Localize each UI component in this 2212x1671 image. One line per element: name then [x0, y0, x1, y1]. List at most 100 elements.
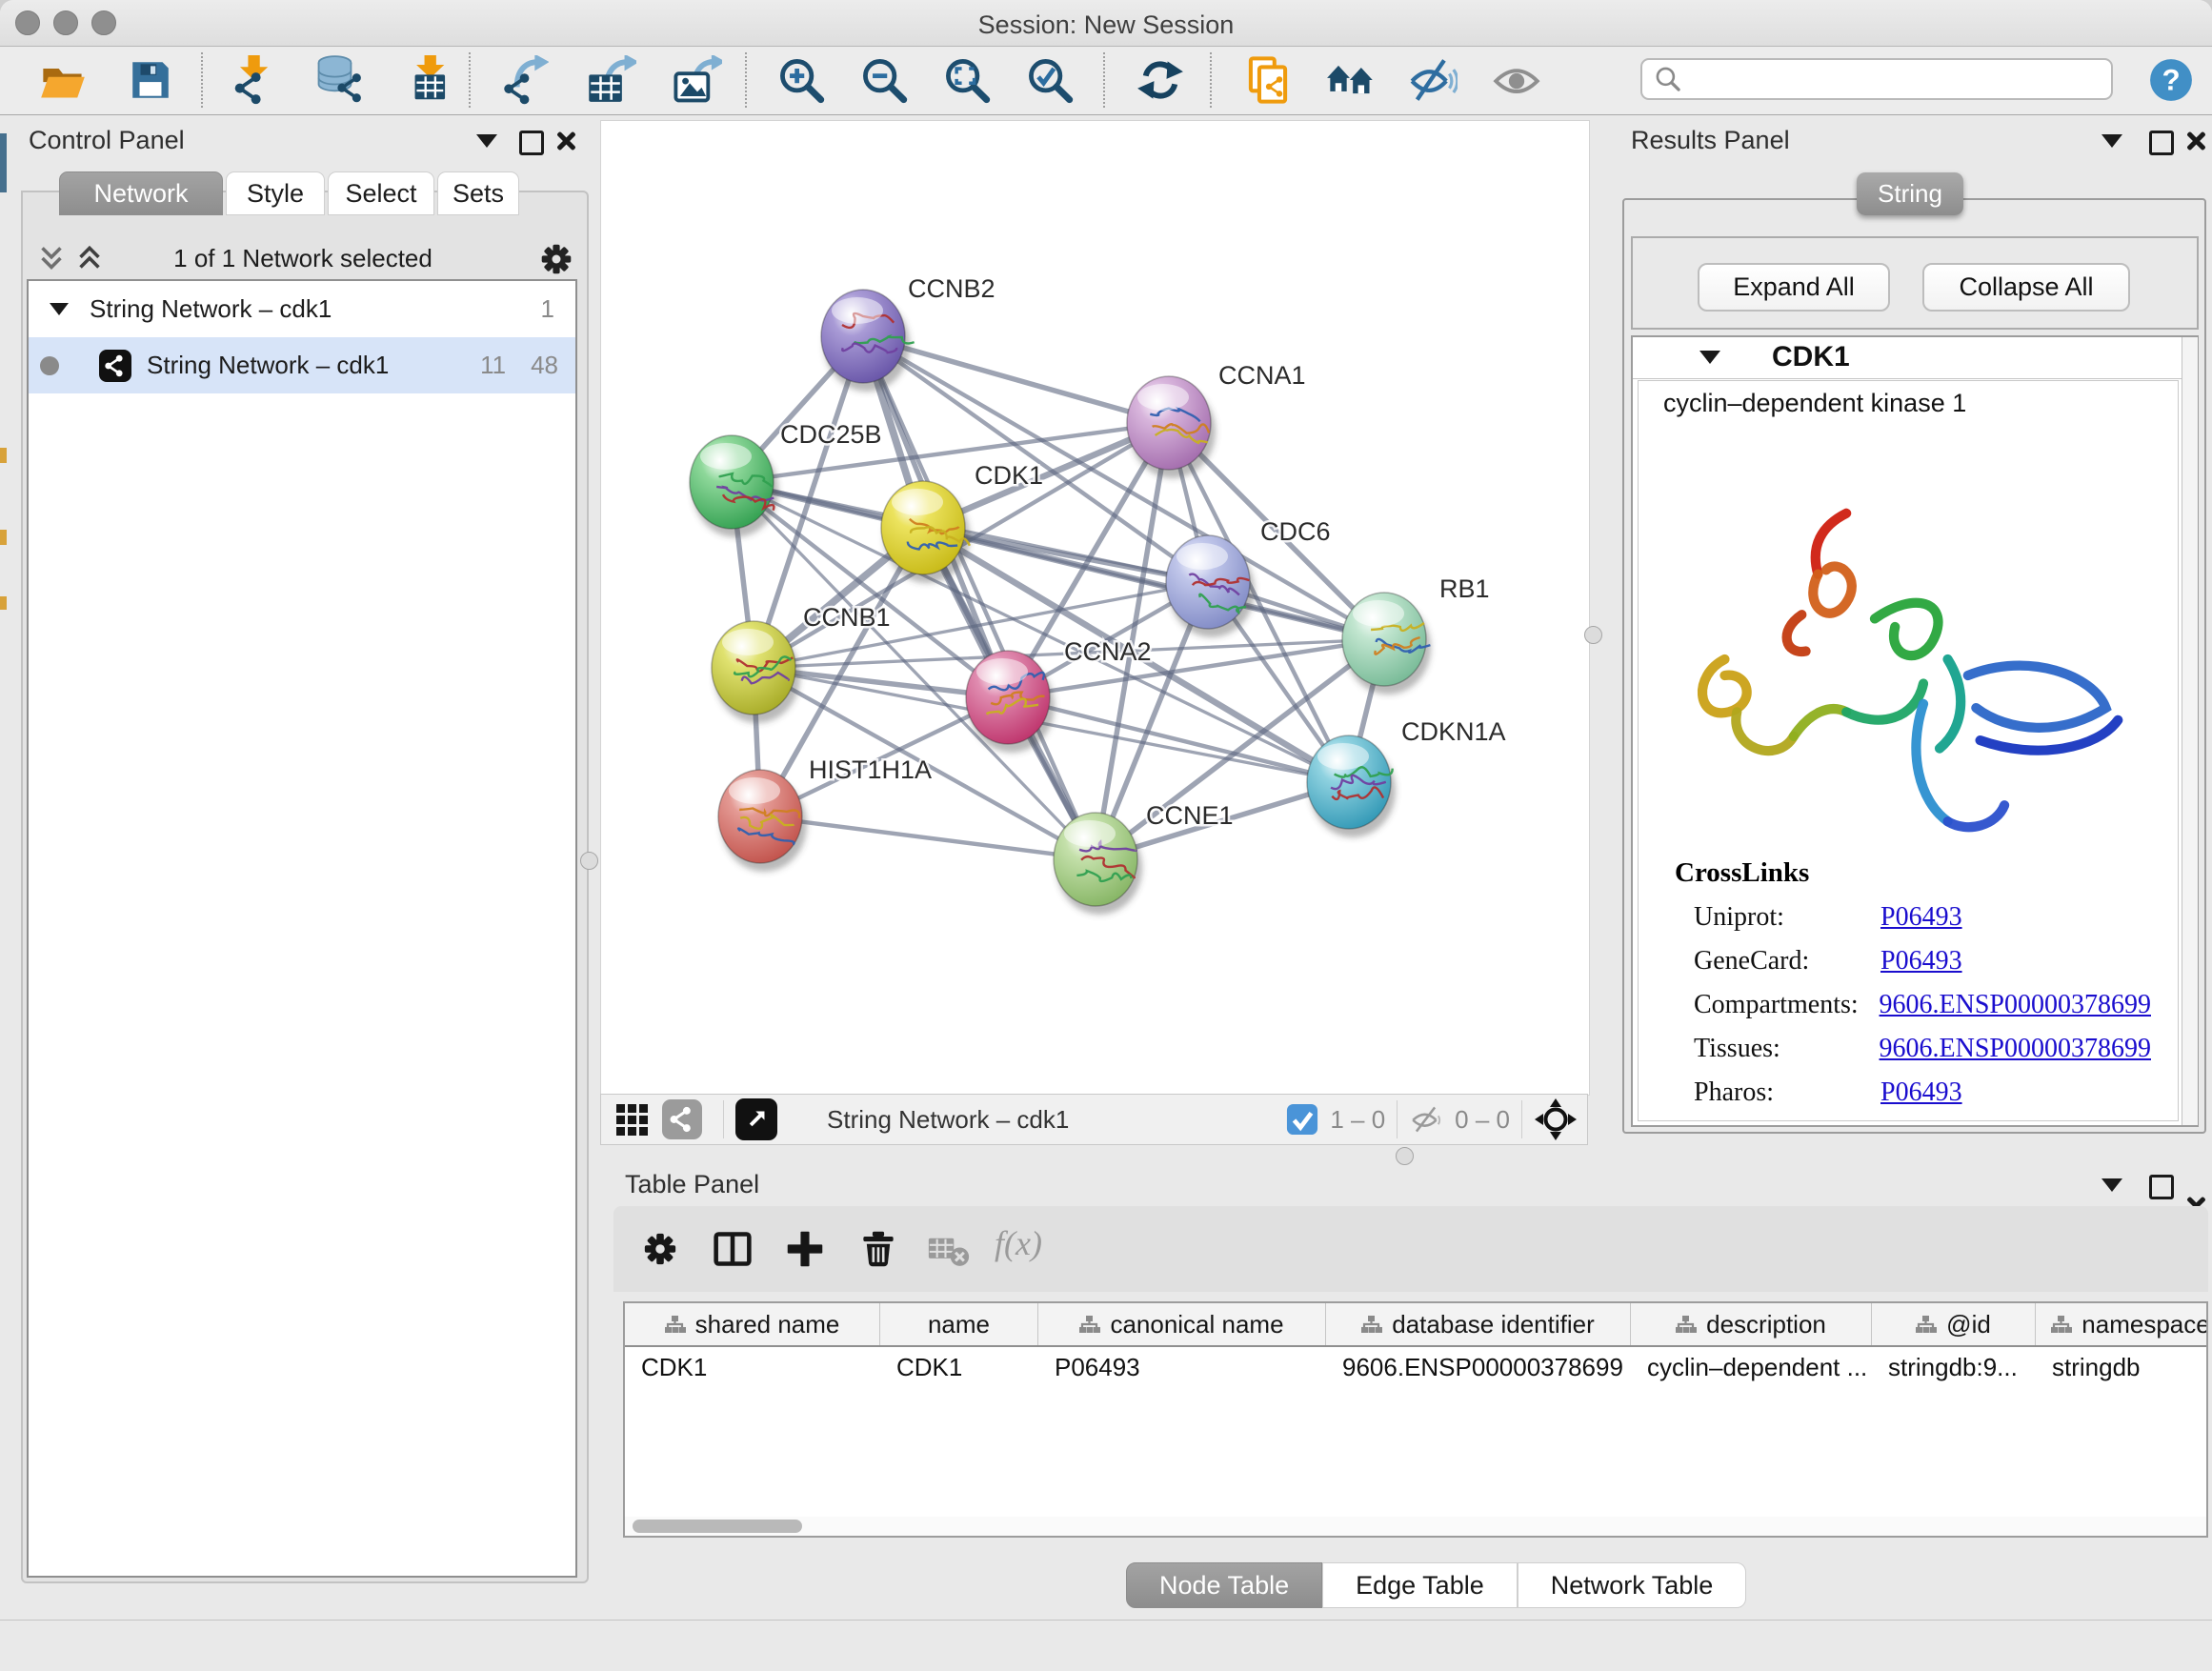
zoom-selected-button[interactable] [1025, 55, 1075, 105]
tab-sets[interactable]: Sets [437, 171, 519, 215]
tab-network[interactable]: Network [59, 171, 223, 215]
crosslink-link[interactable]: P06493 [1880, 902, 1962, 933]
network-canvas[interactable]: CCNB2CCNA1CDC25BCDK1CDC6RB1CCNB1CCNA2CDK… [600, 120, 1590, 1096]
horizontal-splitter-handle[interactable] [1396, 1147, 1414, 1165]
help-icon: ? [2148, 57, 2194, 103]
show-all-button[interactable] [1492, 55, 1541, 105]
first-neighbors-button[interactable] [1326, 55, 1376, 105]
table-toolbar: f(x) [613, 1206, 2208, 1292]
table-cell: P06493 [1038, 1347, 1326, 1387]
results-scrollbar[interactable] [2182, 337, 2198, 1125]
table-hscrollbar-thumb[interactable] [633, 1520, 802, 1533]
column-header-namespace[interactable]: namespace [2036, 1303, 2208, 1345]
search-input[interactable] [1682, 65, 2086, 93]
table-panel-menu-icon[interactable] [2101, 1178, 2122, 1192]
import-network-button[interactable] [227, 55, 276, 105]
control-panel-close-icon[interactable] [555, 131, 576, 151]
table-settings-gear-icon[interactable] [642, 1231, 678, 1267]
network-collection-row[interactable]: String Network – cdk1 1 [29, 281, 575, 337]
table-cell: stringdb:9... [1872, 1347, 2036, 1387]
crosslinks-title: CrossLinks [1675, 857, 1809, 889]
eye-slash-icon [1408, 56, 1458, 104]
network-node-CCNB2[interactable]: CCNB2 [821, 274, 995, 392]
main-toolbar: ? [0, 47, 2212, 115]
results-panel-close-icon[interactable] [2185, 131, 2206, 151]
export-table-button[interactable] [587, 55, 636, 105]
network-node-CDKN1A[interactable]: CDKN1A [1307, 717, 1506, 837]
pan-crosshair-icon[interactable] [1534, 1097, 1578, 1141]
zoom-fit-button[interactable] [942, 55, 992, 105]
hide-selection-button[interactable] [1408, 55, 1458, 105]
eye-icon [1493, 56, 1540, 104]
network-node-HIST1H1A[interactable]: HIST1H1A [718, 755, 932, 872]
tab-style[interactable]: Style [226, 171, 325, 215]
network-view-icon[interactable] [662, 1099, 702, 1139]
results-tab-string[interactable]: String [1857, 172, 1963, 215]
vertical-splitter-handle[interactable] [580, 852, 598, 870]
separator [1521, 1100, 1522, 1138]
node-label: CCNA2 [1064, 637, 1152, 666]
tree-collapse-icon[interactable] [50, 303, 69, 315]
control-panel: Control Panel NetworkStyleSelectSets 1 o… [8, 114, 600, 1589]
column-header--id[interactable]: @id [1872, 1303, 2036, 1345]
column-header-name[interactable]: name [880, 1303, 1038, 1345]
network-options-gear-icon[interactable] [539, 242, 573, 276]
network-node-CCNE1[interactable]: CCNE1 [1054, 801, 1234, 915]
network-view-toolbar: String Network – cdk1 1 – 0 0 – 0 [600, 1094, 1588, 1145]
network-node-RB1[interactable]: RB1 [1342, 574, 1490, 695]
export-network-button[interactable] [499, 55, 549, 105]
column-header-shared-name[interactable]: shared name [625, 1303, 880, 1345]
refresh-view-button[interactable] [1136, 55, 1185, 105]
results-panel-menu-icon[interactable] [2101, 134, 2122, 148]
network-row-selected[interactable]: String Network – cdk1 11 48 [29, 337, 575, 393]
collapse-all-button[interactable]: Collapse All [1922, 263, 2130, 312]
new-network-from-selection-button[interactable] [1243, 55, 1293, 105]
expand-all-button[interactable]: Expand All [1698, 263, 1890, 312]
table-row[interactable]: CDK1CDK1P064939606.ENSP00000378699cyclin… [625, 1347, 2206, 1387]
table-panel-tabs: Node TableEdge TableNetwork Table [1126, 1562, 1746, 1608]
save-session-button[interactable] [126, 55, 175, 105]
crosslink-link[interactable]: P06493 [1880, 1077, 1962, 1108]
crosslink-link[interactable]: 9606.ENSP00000378699 [1880, 990, 2151, 1020]
control-panel-float-icon[interactable] [519, 131, 544, 155]
import-table-button[interactable] [402, 55, 452, 105]
gene-section-collapse-icon[interactable] [1699, 351, 1720, 364]
zoom-out-button[interactable] [859, 55, 909, 105]
export-image-button[interactable] [673, 55, 722, 105]
tab-edge-table[interactable]: Edge Table [1322, 1562, 1518, 1608]
zoom-in-button[interactable] [776, 55, 826, 105]
grid-view-icon[interactable] [614, 1100, 653, 1138]
results-panel-float-icon[interactable] [2149, 131, 2174, 155]
help-button[interactable]: ? [2146, 55, 2196, 105]
export-table-icon [587, 55, 636, 105]
save-icon [128, 57, 173, 103]
table-cell: cyclin–dependent ... [1631, 1347, 1872, 1387]
crosslink-row: GeneCard:P06493 [1694, 939, 2151, 983]
tab-node-table[interactable]: Node Table [1126, 1562, 1322, 1608]
tab-network-table[interactable]: Network Table [1518, 1562, 1747, 1608]
network-node-CCNA1[interactable]: CCNA1 [1127, 361, 1306, 478]
birds-eye-view-icon[interactable] [735, 1098, 777, 1140]
tab-select[interactable]: Select [328, 171, 434, 215]
import-network-from-database-button[interactable] [314, 55, 364, 105]
column-header-canonical-name[interactable]: canonical name [1038, 1303, 1326, 1345]
selected-checkbox-icon[interactable] [1286, 1103, 1318, 1136]
crosslink-link[interactable]: P06493 [1880, 946, 1962, 976]
table-hscrollbar-track[interactable] [625, 1517, 2206, 1536]
database-icon [314, 55, 364, 105]
add-column-icon[interactable] [785, 1229, 825, 1269]
gene-section-header[interactable]: CDK1 [1633, 337, 2182, 379]
toolbar-search[interactable] [1640, 58, 2113, 100]
show-columns-icon[interactable] [713, 1229, 753, 1269]
vertical-splitter-handle[interactable] [1584, 626, 1602, 644]
control-panel-menu-icon[interactable] [476, 134, 497, 148]
column-header-description[interactable]: description [1631, 1303, 1872, 1345]
table-panel-float-icon[interactable] [2149, 1175, 2174, 1199]
open-session-button[interactable] [38, 55, 88, 105]
column-header-database-identifier[interactable]: database identifier [1326, 1303, 1631, 1345]
crosslink-link[interactable]: 9606.ENSP00000378699 [1880, 1034, 2151, 1064]
crosslinks-list: Uniprot:P06493GeneCard:P06493Compartment… [1694, 896, 2151, 1115]
toolbar-separator [469, 52, 471, 108]
delete-column-trash-icon[interactable] [859, 1229, 897, 1269]
network-node-CDC25B[interactable]: CDC25B [690, 420, 882, 537]
